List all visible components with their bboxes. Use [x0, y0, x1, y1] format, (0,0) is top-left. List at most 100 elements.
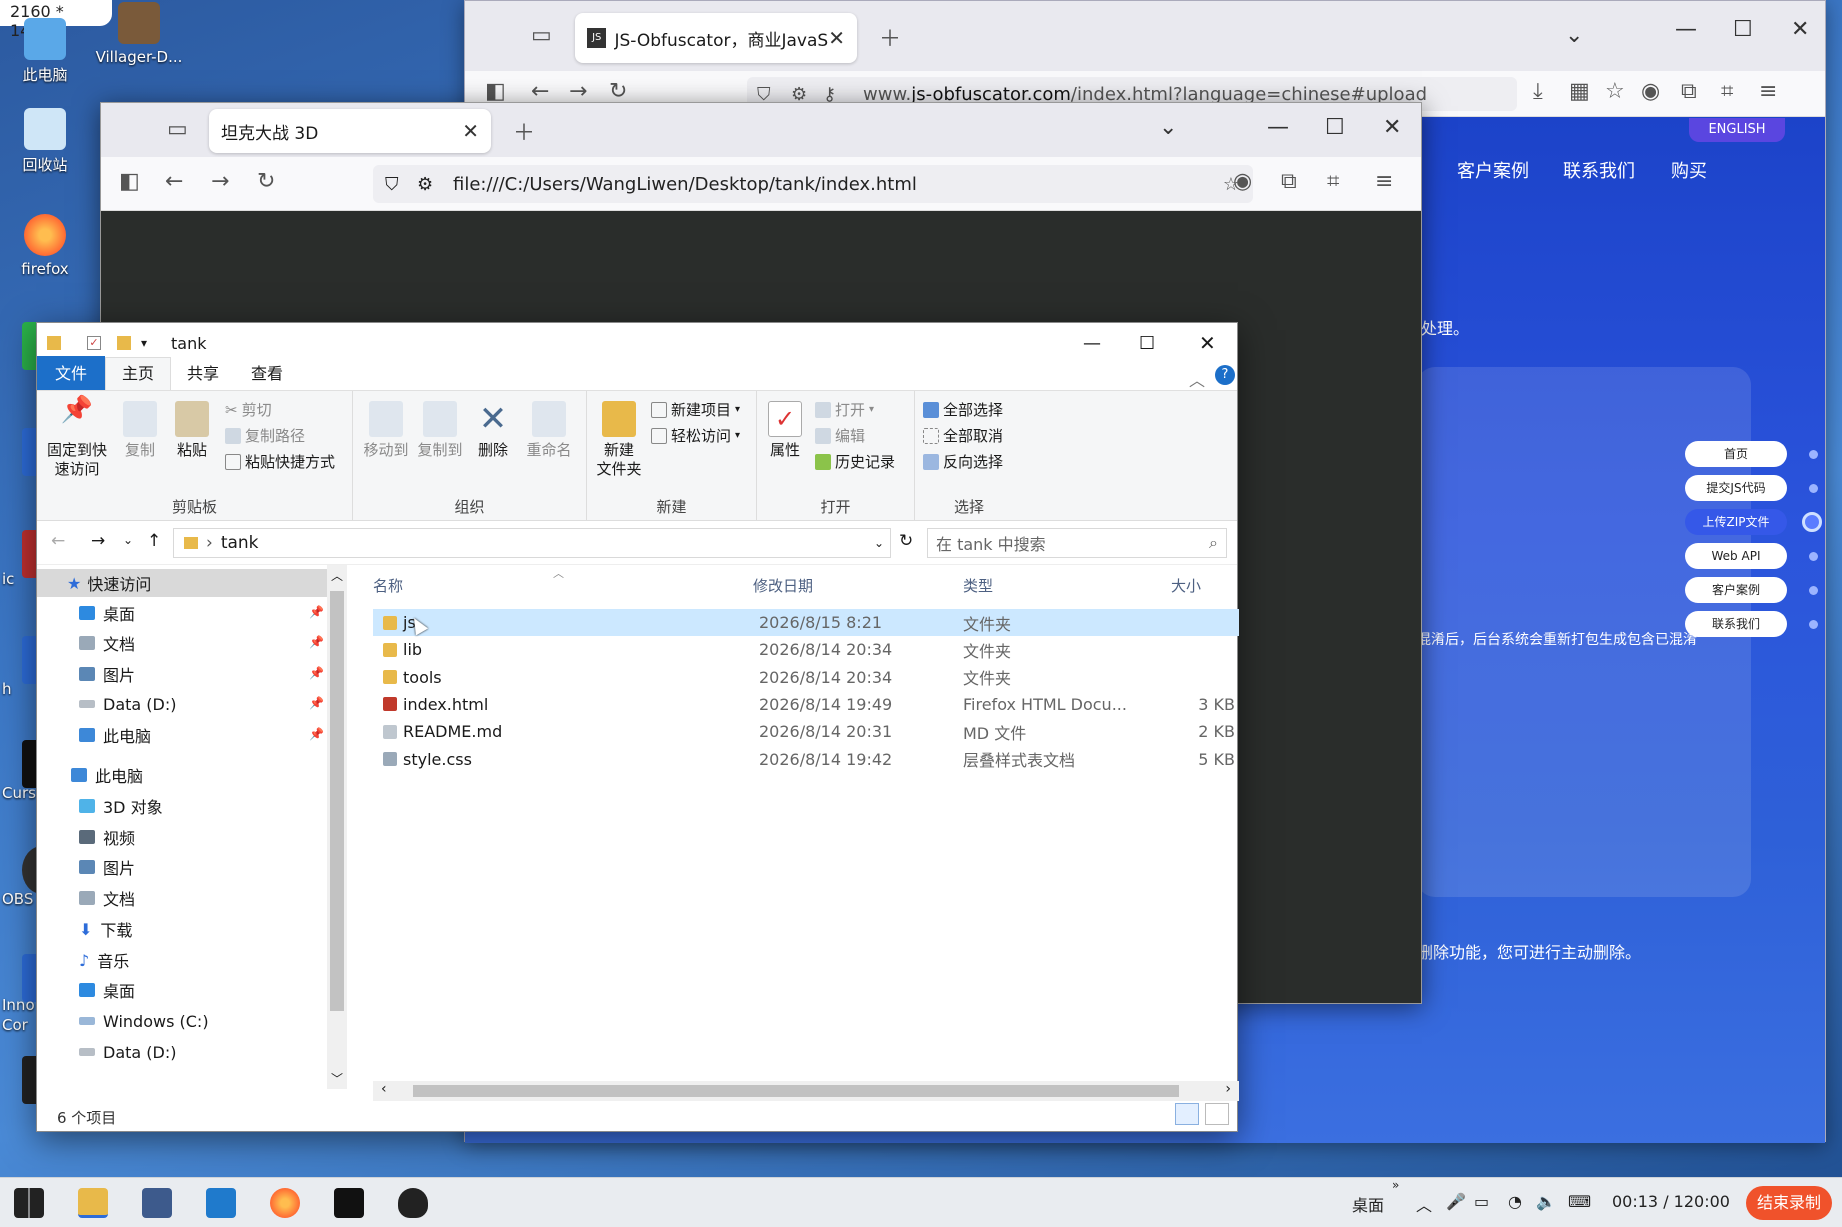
help-icon[interactable]: ?	[1215, 365, 1235, 385]
copy-button[interactable]: 复制	[117, 397, 163, 460]
minimize-icon[interactable]: —	[1675, 17, 1697, 42]
forward-icon[interactable]: →	[569, 79, 587, 104]
remote-desktop-taskbar-icon[interactable]	[142, 1188, 172, 1218]
back-icon[interactable]: ←	[165, 169, 183, 194]
address-dropdown-icon[interactable]: ⌄	[874, 536, 884, 550]
vscode-taskbar-icon[interactable]	[206, 1188, 236, 1218]
tab-js-obfuscator[interactable]: JS JS-Obfuscator，商业JavaScrip ✕	[575, 13, 857, 63]
file-list-scroll-thumb[interactable]	[413, 1085, 1179, 1097]
file-explorer-taskbar-icon[interactable]	[78, 1188, 108, 1218]
nav-item-data-d-pc[interactable]: Data (D:)	[37, 1038, 327, 1066]
column-header-size[interactable]: 大小	[1171, 575, 1201, 596]
reload-icon[interactable]: ↻	[609, 79, 627, 104]
back-icon[interactable]: ←	[531, 79, 549, 104]
column-header-name[interactable]: 名称	[373, 575, 403, 596]
side-nav-home[interactable]: 首页	[1685, 441, 1787, 467]
bookmark-star-icon[interactable]: ☆	[1605, 79, 1625, 104]
nav-item-data-d[interactable]: Data (D:)	[37, 690, 327, 718]
desktop-icon-recycle-bin[interactable]: 回收站	[0, 108, 90, 175]
side-nav-dot[interactable]	[1809, 484, 1818, 493]
large-icons-view-icon[interactable]	[1205, 1103, 1229, 1125]
minimize-icon[interactable]: —	[1267, 115, 1289, 140]
open-button[interactable]: 打开 ▾	[815, 399, 874, 420]
side-nav-contact[interactable]: 联系我们	[1685, 611, 1787, 637]
tab-share[interactable]: 共享	[171, 358, 235, 390]
new-tab-icon[interactable]: ＋	[513, 115, 535, 147]
nav-item-downloads[interactable]: ⬇ 下载	[37, 915, 327, 943]
screenshot-icon[interactable]: ⌗	[1327, 169, 1339, 194]
reload-icon[interactable]: ↻	[257, 169, 275, 194]
sidebar-icon[interactable]: ◧	[119, 169, 140, 194]
new-item-button[interactable]: 新建项目 ▾	[651, 399, 740, 420]
close-window-icon[interactable]: ✕	[1199, 331, 1216, 355]
nav-item-windows-c[interactable]: Windows (C:)	[37, 1007, 327, 1035]
move-to-button[interactable]: 移动到	[361, 397, 411, 460]
forward-icon[interactable]: →	[91, 531, 105, 551]
refresh-icon[interactable]: ↻	[899, 531, 913, 551]
side-nav-upload-zip[interactable]: 上传ZIP文件	[1685, 509, 1787, 535]
terminal-taskbar-icon[interactable]	[334, 1188, 364, 1218]
address-bar[interactable]: › tank ⌄	[173, 528, 891, 558]
column-header-type[interactable]: 类型	[963, 575, 993, 596]
nav-quick-access[interactable]: ★ 快速访问	[37, 569, 327, 597]
microphone-icon[interactable]: 🎤	[1446, 1192, 1466, 1211]
file-row[interactable]: index.html 2026/8/14 19:49 Firefox HTML Do…	[373, 691, 1239, 718]
side-nav-dot[interactable]	[1809, 620, 1818, 629]
volume-icon[interactable]: 🔈	[1536, 1192, 1556, 1211]
nav-item-music[interactable]: ♪ 音乐	[37, 946, 327, 974]
battery-icon[interactable]: ▭	[1474, 1192, 1489, 1211]
forward-icon[interactable]: →	[211, 169, 229, 194]
file-row[interactable]: lib 2026/8/14 20:34 文件夹	[373, 636, 1239, 663]
sidebar-icon[interactable]: ◧	[485, 79, 506, 104]
english-language-button[interactable]: ENGLISH	[1689, 118, 1785, 142]
new-folder-quick-icon[interactable]	[117, 336, 131, 350]
file-row[interactable]: README.md 2026/8/14 20:31 MD 文件 2 KB	[373, 718, 1239, 745]
delete-button[interactable]: ✕ 删除	[471, 397, 515, 460]
properties-button[interactable]: ✓ 属性	[763, 397, 807, 460]
nav-item-pictures-pc[interactable]: 图片	[37, 853, 327, 881]
column-header-date[interactable]: 修改日期	[753, 575, 813, 596]
maximize-icon[interactable]: ☐	[1325, 115, 1345, 140]
cut-button[interactable]: ✂ 剪切	[225, 399, 272, 420]
scroll-right-icon[interactable]: ›	[1225, 1081, 1231, 1097]
close-window-icon[interactable]: ✕	[1383, 115, 1401, 140]
extensions-icon[interactable]: ⧉	[1681, 79, 1697, 104]
maximize-icon[interactable]: ☐	[1733, 17, 1753, 42]
nav-item-3d-objects[interactable]: 3D 对象	[37, 792, 327, 820]
tab-home[interactable]: 主页	[105, 357, 172, 390]
file-row[interactable]: tools 2026/8/14 20:34 文件夹	[373, 664, 1239, 691]
tab-list-chevron-icon[interactable]: ⌄	[1565, 23, 1583, 48]
menu-icon[interactable]: ≡	[1759, 79, 1777, 104]
select-none-button[interactable]: 全部取消	[923, 425, 1003, 446]
nav-this-pc[interactable]: 此电脑	[37, 761, 327, 789]
side-nav-dot[interactable]	[1809, 450, 1818, 459]
back-icon[interactable]: ←	[51, 531, 65, 551]
rename-button[interactable]: 重命名	[521, 397, 577, 460]
qq-taskbar-icon[interactable]	[398, 1188, 428, 1218]
tab-groups-icon[interactable]: ▭	[167, 117, 188, 142]
qr-code-icon[interactable]: ▦	[1569, 79, 1590, 104]
extensions-icon[interactable]: ⧉	[1281, 169, 1297, 194]
quick-access-toolbar-dropdown-icon[interactable]: ▾	[141, 336, 147, 350]
file-row[interactable]: js 2026/8/15 8:21 文件夹	[373, 609, 1239, 636]
toolbar-overflow-icon[interactable]: »	[1392, 1178, 1399, 1192]
menu-icon[interactable]: ≡	[1375, 169, 1393, 194]
tab-file[interactable]: 文件	[37, 356, 106, 390]
stop-recording-button[interactable]: 结束录制	[1746, 1186, 1832, 1220]
nav-item-desktop[interactable]: 桌面	[37, 599, 327, 627]
file-row[interactable]: style.css 2026/8/14 19:42 层叠样式表文档 5 KB	[373, 746, 1239, 773]
side-nav-dot[interactable]	[1809, 552, 1818, 561]
tab-tank-3d[interactable]: 坦克大战 3D ✕	[209, 109, 491, 153]
collapse-ribbon-icon[interactable]: ︿	[1189, 367, 1205, 391]
properties-quick-icon[interactable]: ✓	[87, 336, 101, 350]
nav-item-desktop-pc[interactable]: 桌面	[37, 976, 327, 1004]
nav-pane-scroll-thumb[interactable]	[330, 591, 344, 1011]
tab-list-chevron-icon[interactable]: ⌄	[1159, 115, 1177, 140]
side-nav-cases[interactable]: 客户案例	[1685, 577, 1787, 603]
scroll-up-icon[interactable]: ︿	[331, 567, 343, 584]
site-nav-contact[interactable]: 联系我们	[1563, 157, 1635, 183]
copy-path-button[interactable]: 复制路径	[225, 425, 305, 446]
nav-item-documents[interactable]: 文档	[37, 629, 327, 657]
nav-item-pictures[interactable]: 图片	[37, 660, 327, 688]
history-button[interactable]: 历史记录	[815, 451, 895, 472]
